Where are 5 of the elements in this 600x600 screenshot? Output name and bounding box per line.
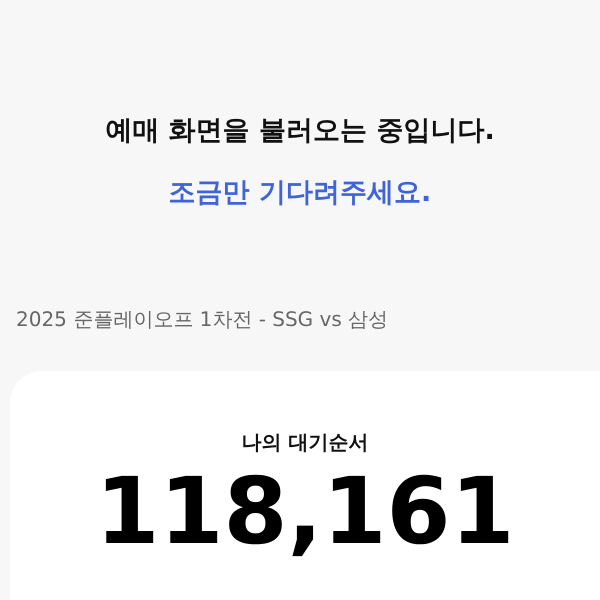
queue-label: 나의 대기순서 bbox=[242, 429, 368, 456]
queue-number: 118,161 bbox=[95, 466, 515, 558]
game-title: 2025 준플레이오프 1차전 - SSG vs 삼성 bbox=[16, 306, 390, 333]
wait-message: 조금만 기다려주세요. bbox=[168, 176, 432, 210]
loading-title: 예매 화면을 불러오는 중입니다. bbox=[105, 114, 495, 148]
